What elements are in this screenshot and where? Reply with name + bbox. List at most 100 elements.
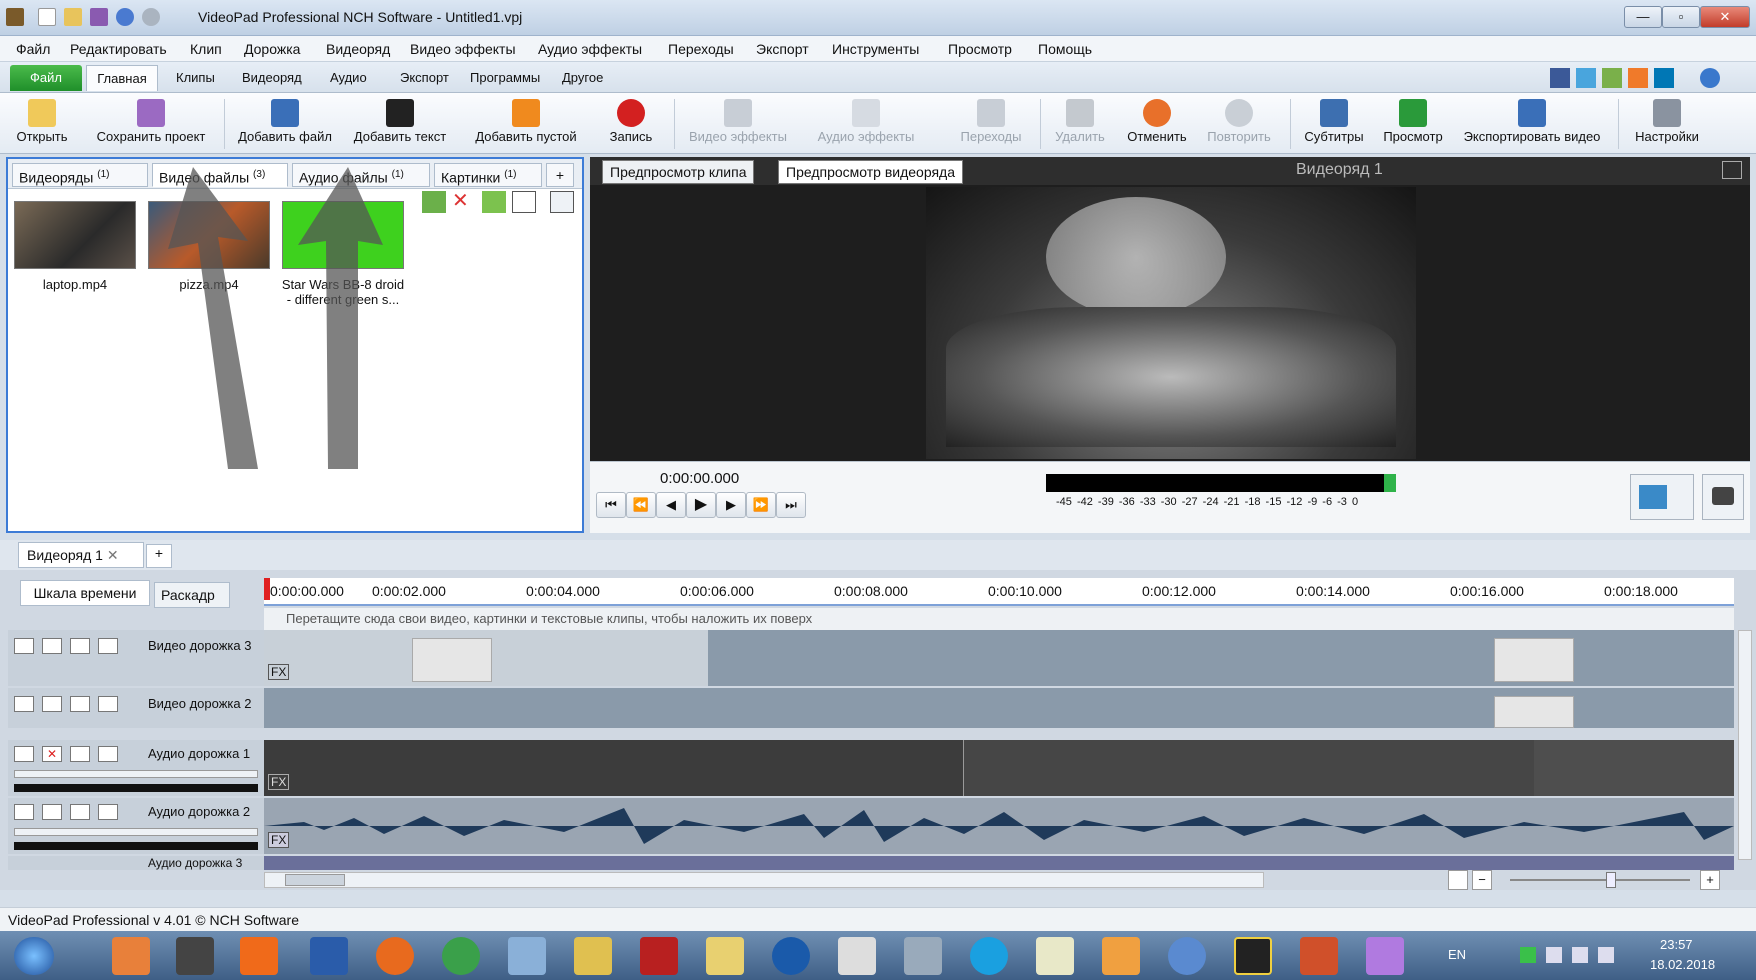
powerpoint-icon[interactable] <box>1300 937 1338 975</box>
eye-icon[interactable] <box>42 696 62 712</box>
menu-view[interactable]: Просмотр <box>948 41 1012 57</box>
clip-thumbnail[interactable] <box>1494 696 1574 728</box>
prev-frame-button[interactable]: ⏪ <box>626 492 656 518</box>
volume-slider[interactable] <box>14 770 258 778</box>
volume-icon[interactable] <box>1598 947 1614 963</box>
clip-thumbnail[interactable] <box>1494 638 1574 682</box>
minimize-button[interactable]: — <box>1624 6 1662 28</box>
taskbar-app-icon[interactable] <box>240 937 278 975</box>
tab-clips[interactable]: Клипы <box>170 65 221 91</box>
taskbar-app-icon[interactable] <box>1036 937 1074 975</box>
add-sequence-button[interactable]: + <box>146 544 172 568</box>
snapshot-button[interactable] <box>1702 474 1744 520</box>
next-frame-button[interactable]: ⏩ <box>746 492 776 518</box>
menu-video-effects[interactable]: Видео эффекты <box>410 41 516 57</box>
tab-sequences[interactable]: Видеоряды (1) <box>12 163 148 187</box>
audio-track-2-lane[interactable]: FX <box>264 798 1734 854</box>
go-start-button[interactable]: ⏮ <box>596 492 626 518</box>
firefox-icon[interactable] <box>376 937 414 975</box>
lock-icon[interactable] <box>98 696 118 712</box>
audio-effects-button[interactable]: Аудио эффекты <box>808 95 924 153</box>
video-track-2-lane[interactable] <box>264 688 1734 728</box>
effects-icon[interactable] <box>70 696 90 712</box>
save-project-button[interactable]: Сохранить проект <box>84 95 218 153</box>
python-icon[interactable] <box>574 937 612 975</box>
audio-clip[interactable] <box>264 740 964 796</box>
record-button[interactable]: Запись <box>596 95 666 153</box>
lock-icon[interactable] <box>98 638 118 654</box>
help-icon[interactable] <box>1700 68 1720 88</box>
filezilla-icon[interactable] <box>640 937 678 975</box>
menu-audio-effects[interactable]: Аудио эффекты <box>538 41 642 57</box>
taskbar-app-icon[interactable] <box>508 937 546 975</box>
horizontal-scrollbar[interactable] <box>264 872 1264 888</box>
effects-icon[interactable] <box>70 804 90 820</box>
language-indicator[interactable]: EN <box>1448 947 1466 962</box>
scroll-thumb[interactable] <box>285 874 345 886</box>
tab-other[interactable]: Другое <box>556 65 609 91</box>
menu-help[interactable]: Помощь <box>1038 41 1092 57</box>
taskbar-app-icon[interactable] <box>1102 937 1140 975</box>
explorer-icon[interactable] <box>706 937 744 975</box>
transitions-button[interactable]: Переходы <box>944 95 1038 153</box>
list-view-icon[interactable] <box>512 191 536 213</box>
tab-sequence-preview[interactable]: Предпросмотр видеоряда <box>778 160 964 184</box>
taskbar-app-icon[interactable] <box>1366 937 1404 975</box>
clock-time[interactable]: 23:57 <box>1660 937 1693 952</box>
new-icon[interactable] <box>38 8 56 26</box>
add-file-button[interactable]: Добавить файл <box>230 95 340 153</box>
clip-thumbnail[interactable] <box>412 638 492 682</box>
share-icon[interactable] <box>1628 68 1648 88</box>
undo-icon[interactable] <box>116 8 134 26</box>
tab-export[interactable]: Экспорт <box>394 65 455 91</box>
taskbar-app-icon[interactable] <box>838 937 876 975</box>
undo-button[interactable]: Отменить <box>1120 95 1194 153</box>
tab-audio[interactable]: Аудио <box>324 65 373 91</box>
add-blank-button[interactable]: Добавить пустой <box>462 95 590 153</box>
audio-clip[interactable] <box>964 740 1534 796</box>
tab-home[interactable]: Главная <box>86 65 158 91</box>
delete-button[interactable]: Удалить <box>1046 95 1114 153</box>
videopad-icon[interactable] <box>1234 937 1272 975</box>
tab-sequence-1[interactable]: Видеоряд 1 ✕ <box>18 542 144 568</box>
menu-file[interactable]: Файл <box>16 41 50 57</box>
menu-edit[interactable]: Редактировать <box>70 41 167 57</box>
menu-transitions[interactable]: Переходы <box>668 41 734 57</box>
fx-label[interactable]: FX <box>268 664 290 680</box>
tab-programs[interactable]: Программы <box>464 65 546 91</box>
lock-icon[interactable] <box>98 804 118 820</box>
zoom-in-button[interactable]: + <box>1700 870 1720 890</box>
menu-sequence[interactable]: Видеоряд <box>326 41 390 57</box>
step-back-button[interactable]: ◀ <box>656 492 686 518</box>
zoom-slider[interactable] <box>1510 872 1690 888</box>
grid-icon[interactable] <box>1602 68 1622 88</box>
redo-icon[interactable] <box>142 8 160 26</box>
undock-icon[interactable] <box>1722 161 1742 179</box>
facebook-icon[interactable] <box>1550 68 1570 88</box>
go-end-button[interactable]: ⏭ <box>776 492 806 518</box>
add-bin-button[interactable]: + <box>546 163 574 187</box>
tab-clip-preview[interactable]: Предпросмотр клипа <box>602 160 755 184</box>
eye-icon[interactable] <box>42 638 62 654</box>
maximize-button[interactable]: ▫ <box>1662 6 1700 28</box>
effects-icon[interactable] <box>70 638 90 654</box>
tab-file[interactable]: Файл <box>10 65 82 91</box>
audio-track-1-lane[interactable]: FX <box>264 740 1734 796</box>
taskbar-app-icon[interactable] <box>1168 937 1206 975</box>
tab-sequence[interactable]: Видеоряд <box>236 65 308 91</box>
open-icon[interactable] <box>64 8 82 26</box>
track-checkbox[interactable] <box>14 804 34 820</box>
tab-timeline[interactable]: Шкала времени <box>20 580 150 606</box>
settings-button[interactable]: Настройки <box>1624 95 1710 153</box>
menu-export[interactable]: Экспорт <box>756 41 809 57</box>
lock-icon[interactable] <box>98 746 118 762</box>
track-checkbox[interactable] <box>14 696 34 712</box>
save-icon[interactable] <box>90 8 108 26</box>
redo-button[interactable]: Повторить <box>1198 95 1280 153</box>
playhead[interactable] <box>264 578 270 600</box>
add-text-button[interactable]: Добавить текст <box>344 95 456 153</box>
clock-date[interactable]: 18.02.2018 <box>1650 957 1715 972</box>
fx-label[interactable]: FX <box>268 774 290 790</box>
taskbar-app-icon[interactable] <box>112 937 150 975</box>
video-effects-button[interactable]: Видео эффекты <box>680 95 796 153</box>
